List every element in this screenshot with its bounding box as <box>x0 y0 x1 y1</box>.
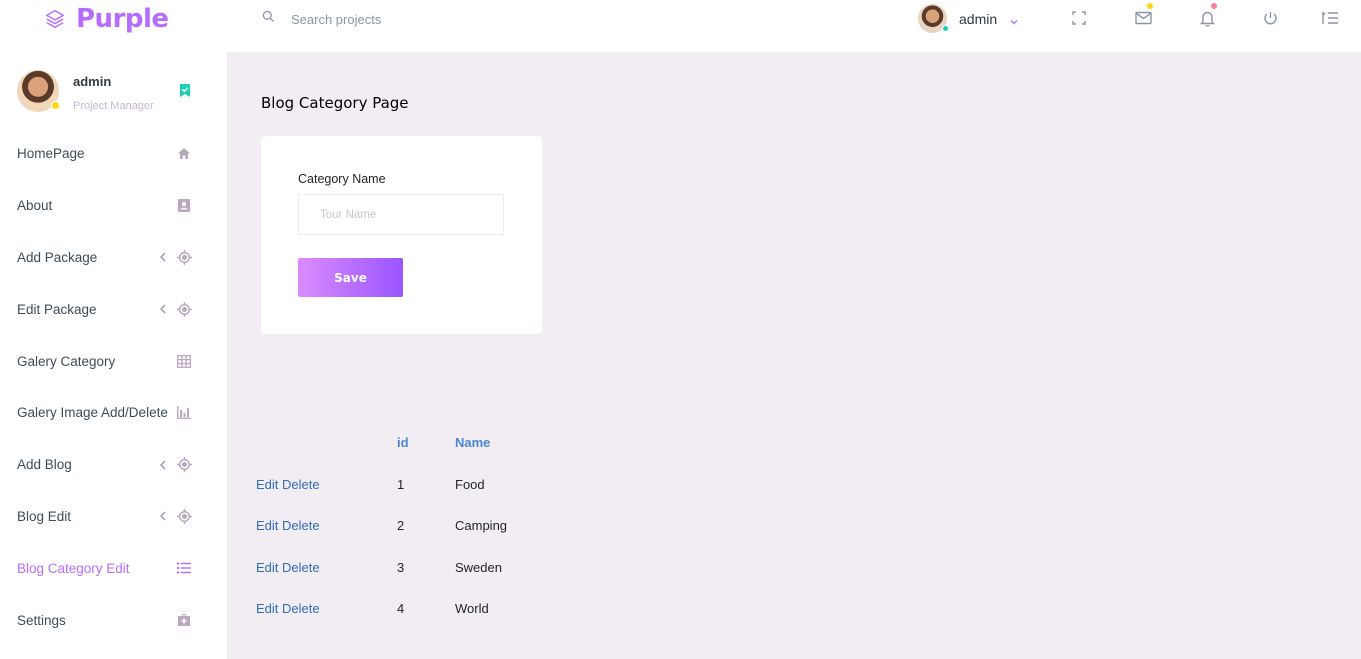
category-name-input[interactable] <box>298 194 504 235</box>
sidebar-item-label: Add Package <box>17 249 98 265</box>
layers-icon <box>44 8 66 30</box>
sidebar-item-blog-category-edit[interactable]: Blog Category Edit <box>0 542 227 594</box>
cell-name: Food <box>455 477 485 492</box>
chevron-left-icon <box>158 511 168 521</box>
table-row: Edit Delete 4 World <box>256 601 556 621</box>
delete-link[interactable]: Delete <box>282 477 320 492</box>
main-content: Blog Category Page Category Name Save id… <box>227 52 1361 659</box>
sidebar-item-galery-category[interactable]: Galery Category <box>0 335 227 387</box>
cell-id: 1 <box>397 477 405 492</box>
bookmark-check-icon <box>179 84 191 97</box>
grid-icon <box>176 353 192 369</box>
top-navbar: Purple admin <box>0 0 1361 52</box>
category-form-card: Category Name Save <box>261 136 542 334</box>
mail-icon[interactable] <box>1134 3 1153 27</box>
delete-link[interactable]: Delete <box>282 601 320 616</box>
avatar <box>17 70 60 112</box>
sidebar-item-edit-package[interactable]: Edit Package <box>0 283 227 335</box>
sidebar-item-add-blog[interactable]: Add Blog <box>0 439 227 491</box>
cell-id: 3 <box>397 560 405 575</box>
search-bar <box>262 10 491 28</box>
crosshair-icon <box>176 508 192 524</box>
cell-id: 4 <box>397 601 405 616</box>
search-input[interactable] <box>291 11 491 27</box>
bell-notification-dot <box>1211 3 1217 9</box>
cell-id: 2 <box>397 518 405 533</box>
chevron-down-icon <box>1009 14 1019 24</box>
chevron-left-icon <box>158 460 168 470</box>
page-title: Blog Category Page <box>261 94 409 112</box>
sidebar-item-about[interactable]: About <box>0 180 227 232</box>
online-status-dot <box>51 101 60 110</box>
sidebar-item-label: Edit Package <box>17 301 97 317</box>
home-icon <box>176 146 192 162</box>
row-actions: Edit Delete <box>256 560 320 575</box>
edit-link[interactable]: Edit <box>256 477 278 492</box>
sidebar-item-settings[interactable]: Settings <box>0 594 227 646</box>
sidebar-item-add-package[interactable]: Add Package <box>0 232 227 284</box>
table-row: Edit Delete 3 Sweden <box>256 560 556 580</box>
brand-logo[interactable]: Purple <box>44 4 169 34</box>
nav-profile-dropdown[interactable]: admin <box>918 4 1019 33</box>
sidebar-item-label: Settings <box>17 612 66 628</box>
brand-name: Purple <box>76 4 169 34</box>
cell-name: World <box>455 601 489 616</box>
sidebar-item-galery-image[interactable]: Galery Image Add/Delete <box>0 387 227 439</box>
bell-icon[interactable] <box>1198 3 1217 27</box>
sidebar-menu: HomePage About Add Package Edit Package <box>0 128 227 646</box>
edit-link[interactable]: Edit <box>256 560 278 575</box>
nav-user-name: admin <box>959 10 998 27</box>
sidebar: admin Project Manager HomePage About Add… <box>0 52 227 659</box>
table-row: Edit Delete 1 Food <box>256 477 556 497</box>
profile-role: Project Manager <box>73 100 154 112</box>
edit-link[interactable]: Edit <box>256 518 278 533</box>
delete-link[interactable]: Delete <box>282 518 320 533</box>
crosshair-icon <box>176 457 192 473</box>
table-row: Edit Delete 2 Camping <box>256 518 556 538</box>
mail-notification-dot <box>1147 3 1153 9</box>
chevron-left-icon <box>158 252 168 262</box>
edit-link[interactable]: Edit <box>256 601 278 616</box>
medical-bag-icon <box>176 612 192 628</box>
contact-card-icon <box>176 198 192 214</box>
search-icon <box>262 10 275 28</box>
chevron-left-icon <box>158 304 168 314</box>
sidebar-item-label: Blog Category Edit <box>17 560 130 576</box>
category-name-label: Category Name <box>298 172 386 186</box>
profile-name: admin <box>73 74 112 89</box>
column-header-name: Name <box>455 435 491 450</box>
sidebar-profile[interactable]: admin Project Manager <box>17 70 207 112</box>
list-icon <box>176 560 192 576</box>
crosshair-icon <box>176 301 192 317</box>
sidebar-item-label: About <box>17 198 53 214</box>
save-button[interactable]: Save <box>298 258 403 297</box>
menu-toggle-icon[interactable] <box>1321 9 1339 27</box>
sidebar-item-homepage[interactable]: HomePage <box>0 128 227 180</box>
sidebar-item-label: Galery Category <box>17 353 116 369</box>
row-actions: Edit Delete <box>256 601 320 616</box>
cell-name: Camping <box>455 518 508 533</box>
column-header-id: id <box>397 435 409 450</box>
sidebar-item-label: HomePage <box>17 146 85 162</box>
crosshair-icon <box>176 249 192 265</box>
delete-link[interactable]: Delete <box>282 560 320 575</box>
online-status-dot <box>942 25 949 32</box>
power-icon[interactable] <box>1261 9 1279 27</box>
sidebar-item-label: Galery Image Add/Delete <box>17 405 168 421</box>
avatar <box>918 4 949 33</box>
chart-icon <box>176 405 192 421</box>
sidebar-item-label: Blog Edit <box>17 508 72 524</box>
cell-name: Sweden <box>455 560 502 575</box>
sidebar-item-blog-edit[interactable]: Blog Edit <box>0 491 227 543</box>
fullscreen-icon[interactable] <box>1070 9 1088 27</box>
sidebar-item-label: Add Blog <box>17 457 72 473</box>
row-actions: Edit Delete <box>256 518 320 533</box>
row-actions: Edit Delete <box>256 477 320 492</box>
